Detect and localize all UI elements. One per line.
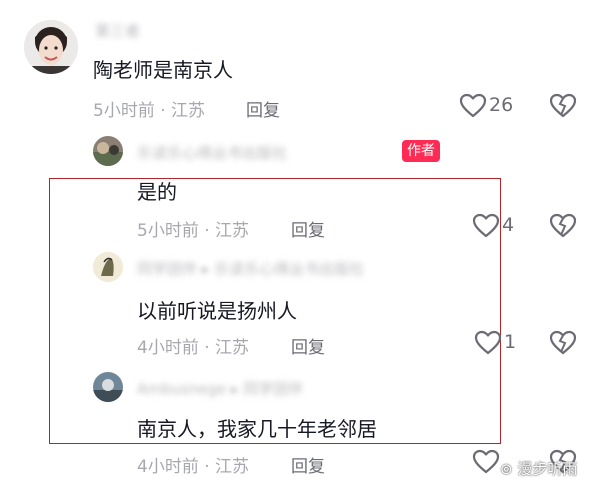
separator: ·	[204, 221, 210, 241]
dislike-broken-heart-icon[interactable]	[549, 330, 577, 356]
reply-button[interactable]: 回复	[291, 216, 325, 241]
timestamp: 4小时前	[137, 338, 199, 358]
comment-text: 陶老师是南京人	[93, 58, 233, 82]
avatar[interactable]	[24, 20, 78, 74]
separator: ·	[204, 338, 210, 358]
timestamp: 4小时前	[137, 457, 199, 477]
like-heart-icon[interactable]	[474, 330, 502, 356]
location: 江苏	[215, 457, 250, 477]
weibo-icon: ⊚	[500, 460, 513, 478]
location: 江苏	[171, 101, 206, 121]
avatar[interactable]	[93, 372, 123, 402]
like-heart-icon[interactable]	[472, 449, 500, 475]
like-count: 1	[504, 331, 517, 353]
username[interactable]: 乐读乐心得丛书出版社	[137, 142, 287, 163]
username[interactable]: 同学团伴 ▸ 乐读乐心得丛书出版社	[137, 258, 364, 279]
username[interactable]: Ambusnege ▸ 同学团伴	[137, 378, 303, 399]
avatar[interactable]	[93, 136, 123, 166]
avatar[interactable]	[93, 252, 123, 282]
comment-meta: 5小时前 · 江苏	[93, 96, 205, 121]
comment-text: 是的	[137, 180, 177, 204]
reply-button[interactable]: 回复	[246, 96, 280, 121]
dislike-broken-heart-icon[interactable]	[549, 213, 577, 239]
comment-meta: 4小时前 · 江苏	[137, 333, 249, 358]
timestamp: 5小时前	[137, 221, 199, 241]
separator: ·	[204, 457, 210, 477]
comment-meta: 4小时前 · 江苏	[137, 452, 249, 477]
like-count: 4	[502, 214, 515, 236]
timestamp: 5小时前	[93, 101, 155, 121]
reply-button[interactable]: 回复	[291, 333, 325, 358]
comment-meta: 5小时前 · 江苏	[137, 216, 249, 241]
author-badge: 作者	[402, 140, 440, 162]
like-count: 26	[489, 94, 514, 116]
comment-text: 南京人，我家几十年老邻居	[137, 417, 377, 441]
username[interactable]: 第三者	[95, 20, 140, 41]
location: 江苏	[215, 221, 250, 241]
watermark: ⊚ 漫步听雨	[500, 458, 577, 479]
reply-button[interactable]: 回复	[291, 452, 325, 477]
watermark-text: 漫步听雨	[517, 460, 578, 478]
location: 江苏	[215, 338, 250, 358]
comment-text: 以前听说是扬州人	[137, 299, 297, 323]
like-heart-icon[interactable]	[459, 93, 487, 119]
dislike-broken-heart-icon[interactable]	[549, 93, 577, 119]
separator: ·	[160, 101, 166, 121]
like-heart-icon[interactable]	[472, 213, 500, 239]
